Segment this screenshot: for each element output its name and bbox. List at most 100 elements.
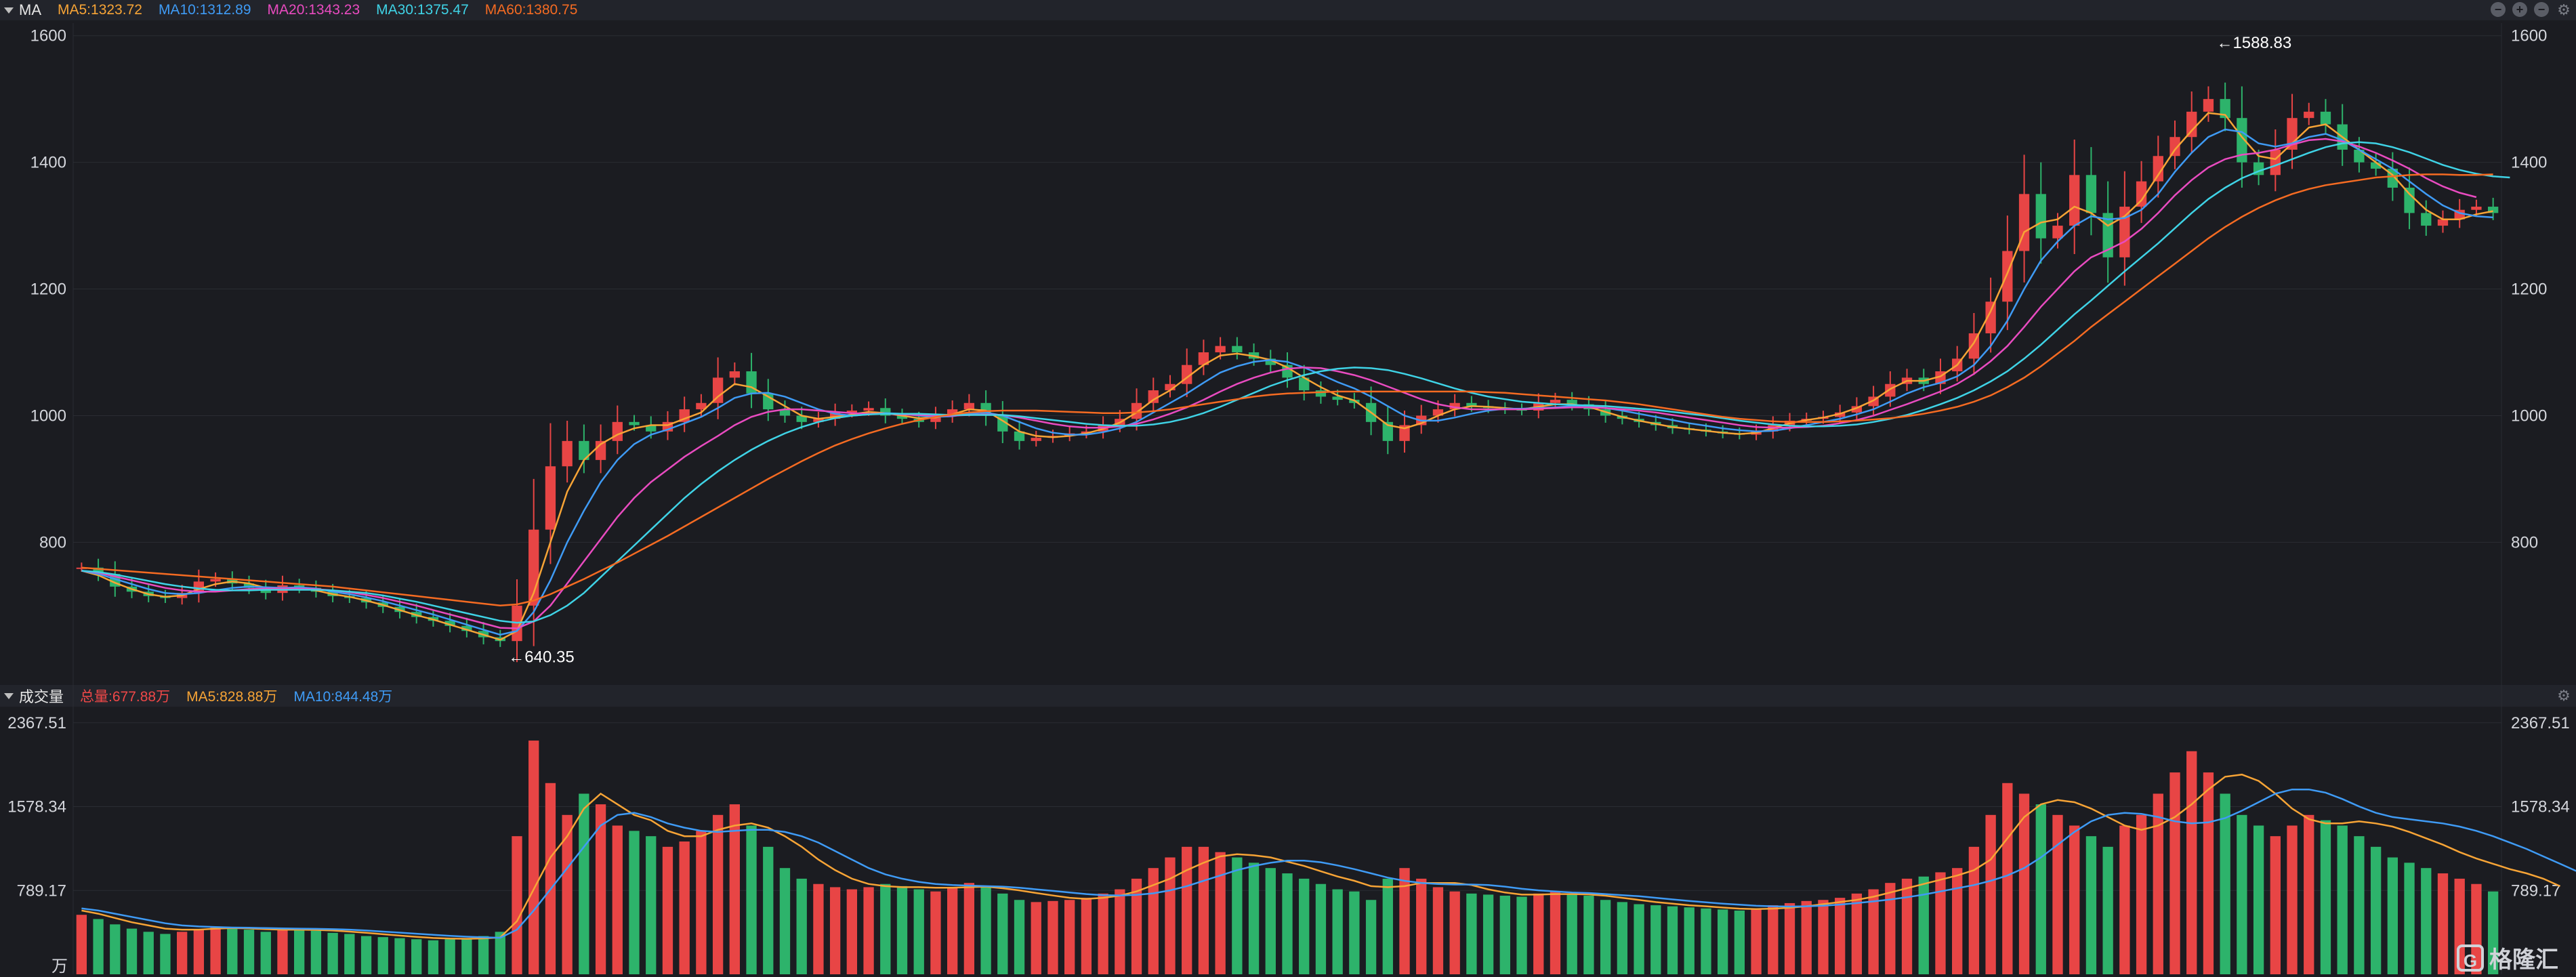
stock-chart[interactable]: 800 800 1000 1000 1200 1200 1400 1400 1600 1600 ←1… xyxy=(0,0,2576,977)
volume-bar xyxy=(1365,900,1377,974)
candle xyxy=(1215,346,1226,352)
volume-axis-label-right: 2367.51 xyxy=(2511,714,2570,732)
price-axis-label-right: 1000 xyxy=(2511,407,2547,425)
volume-bar xyxy=(2119,825,2130,974)
volume-bar xyxy=(93,919,104,974)
candle xyxy=(2270,149,2281,175)
volume-bar xyxy=(2203,772,2214,974)
volume-bar xyxy=(1215,852,1226,974)
candle xyxy=(2203,99,2214,112)
volume-bar xyxy=(377,937,388,974)
candle xyxy=(863,408,874,411)
volume-bar xyxy=(1349,891,1360,974)
price-axis-label-right: 1200 xyxy=(2511,280,2547,299)
volume-bar xyxy=(1416,878,1427,974)
volume-bar xyxy=(2035,804,2046,974)
candle xyxy=(1550,400,1561,403)
volume-axis-label-left: 1578.34 xyxy=(7,798,66,816)
volume-bar xyxy=(2320,820,2331,974)
price-axis-label-right: 800 xyxy=(2511,533,2538,552)
volume-bar xyxy=(1482,894,1494,974)
volume-bar xyxy=(696,831,707,974)
volume-bar xyxy=(1600,900,1611,974)
volume-bar xyxy=(360,936,372,974)
volume-axis-label-right: 789.17 xyxy=(2511,881,2560,900)
candle xyxy=(210,579,221,582)
volume-bar xyxy=(243,930,255,974)
volume-bar xyxy=(1952,868,1963,974)
volume-bar xyxy=(1248,862,1260,974)
volume-bar xyxy=(210,926,221,974)
volume-bar xyxy=(896,886,908,974)
volume-bar xyxy=(2421,868,2432,974)
volume-bar xyxy=(1198,846,1209,974)
volume-bar xyxy=(2052,814,2063,974)
volume-bar xyxy=(2387,857,2398,974)
price-axis-label-left: 1400 xyxy=(30,154,66,172)
volume-bar xyxy=(1332,889,1343,974)
price-axis-label-right: 1600 xyxy=(2511,27,2547,45)
candle xyxy=(1148,390,1159,403)
volume-bar xyxy=(2136,814,2147,974)
volume-bar xyxy=(930,891,941,974)
volume-bar xyxy=(2102,846,2113,974)
volume-bar xyxy=(1968,846,1980,974)
volume-bar xyxy=(1801,900,1812,974)
volume-bar xyxy=(2404,862,2415,974)
candle xyxy=(562,440,573,467)
volume-bar xyxy=(1734,910,1745,974)
volume-bar xyxy=(160,934,171,974)
volume-bar xyxy=(2270,836,2281,974)
volume-bar xyxy=(176,932,188,974)
volume-bar xyxy=(863,887,874,974)
volume-bar xyxy=(277,930,288,974)
volume-bar xyxy=(763,846,774,974)
ma-line-ma60 xyxy=(81,173,2493,607)
volume-bar xyxy=(428,940,439,974)
volume-bar xyxy=(1566,893,1577,974)
volume-bar xyxy=(2153,793,2163,974)
candle xyxy=(629,421,640,425)
volume-bar xyxy=(913,889,924,974)
candle xyxy=(545,466,556,530)
volume-bar xyxy=(947,887,958,974)
volume-bar xyxy=(1014,900,1025,974)
candle xyxy=(1031,438,1041,441)
candle xyxy=(2320,111,2331,125)
volume-bar xyxy=(562,814,573,974)
candle xyxy=(2035,194,2046,238)
volume-bar xyxy=(980,887,991,974)
volume-bar xyxy=(1851,893,1863,974)
volume-bar xyxy=(629,831,640,974)
volume-bar xyxy=(1650,905,1661,974)
volume-bar xyxy=(1182,846,1192,974)
price-axis-label-right: 1400 xyxy=(2511,154,2547,172)
volume-bar xyxy=(2287,825,2298,974)
volume-bar xyxy=(2002,783,2013,974)
volume-bar xyxy=(1282,873,1293,974)
volume-bar xyxy=(1901,878,1913,974)
volume-bar xyxy=(1550,891,1561,974)
price-axis-label-left: 1600 xyxy=(30,27,66,45)
volume-bar xyxy=(478,936,489,974)
volume-bar xyxy=(963,883,975,974)
candle xyxy=(963,402,975,410)
volume-bar xyxy=(1081,898,1092,974)
volume-bar xyxy=(1115,889,1125,974)
candle xyxy=(2437,219,2449,226)
volume-bar xyxy=(327,932,338,974)
volume-bar xyxy=(2169,772,2180,974)
watermark-logo: G 格隆汇 xyxy=(2457,941,2558,974)
volume-bar xyxy=(1583,895,1594,974)
volume-bar xyxy=(1768,905,1779,974)
volume-bar xyxy=(1985,814,1996,974)
volume-bar xyxy=(579,793,589,974)
volume-bar xyxy=(1031,902,1041,974)
volume-bar xyxy=(193,930,205,974)
volume-bar xyxy=(2304,814,2314,974)
price-axis-label-left: 1000 xyxy=(30,407,66,425)
candle xyxy=(2471,207,2482,210)
volume-bar xyxy=(1165,857,1176,974)
volume-bar xyxy=(1684,907,1695,974)
candle xyxy=(2304,111,2314,119)
